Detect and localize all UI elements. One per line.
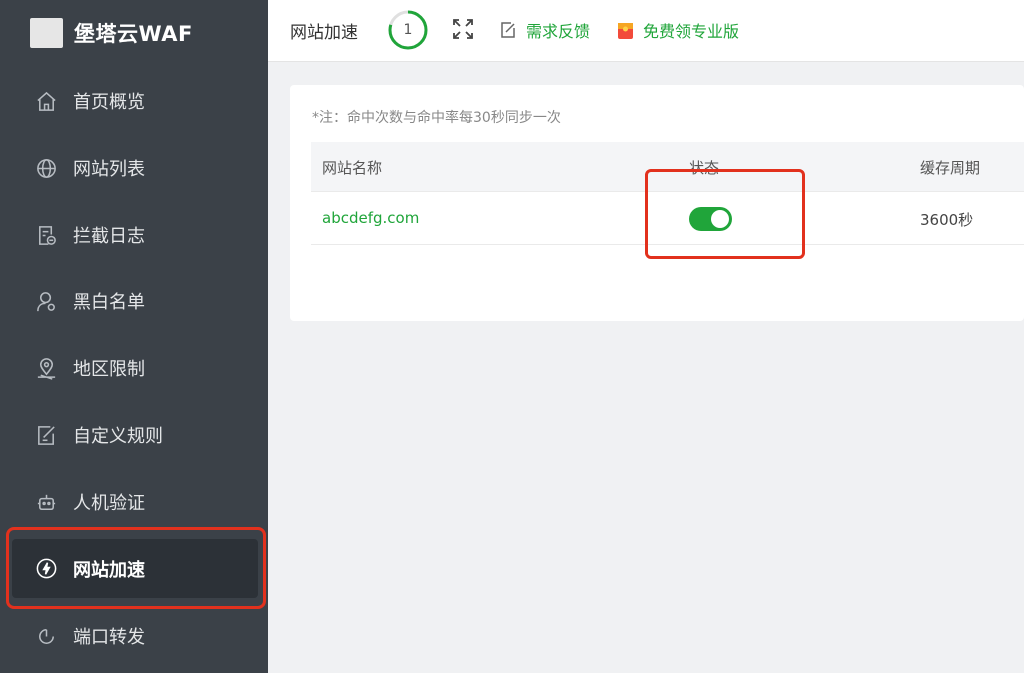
sidebar-item-label: 地区限制 — [73, 359, 145, 380]
sidebar-item-label: 人机验证 — [73, 493, 145, 514]
sidebar-item-label: 黑白名单 — [73, 292, 145, 313]
sidebar-item-port-forward[interactable]: 端口转发 — [0, 616, 268, 656]
sidebar-item-home[interactable]: 首页概览 — [0, 81, 268, 121]
annotation-highlight-box — [645, 169, 805, 259]
brand: 堡塔云WAF — [30, 17, 193, 49]
sidebar-item-label: 网站列表 — [73, 159, 145, 180]
free-pro-label: 免费领专业版 — [643, 22, 740, 41]
free-pro-link[interactable]: 免费领专业版 — [618, 18, 739, 42]
annotation-highlight-box — [6, 527, 266, 609]
sidebar-item-region[interactable]: 地区限制 — [0, 348, 268, 388]
column-cache-period: 缓存周期 — [920, 159, 981, 177]
sidebar-item-blackwhite[interactable]: 黑白名单 — [0, 281, 268, 321]
location-pin-icon — [34, 356, 58, 380]
cache-period-value: 3600秒 — [920, 211, 974, 229]
feedback-icon — [501, 22, 515, 38]
edit-rule-icon — [34, 423, 58, 447]
log-icon — [34, 223, 58, 247]
top-bar: 网站加速 1 需求反馈 免费领专业版 — [268, 0, 1024, 62]
feedback-link[interactable]: 需求反馈 — [499, 18, 590, 42]
logo — [30, 18, 63, 48]
sidebar: 堡塔云WAF 首页概览 网站列表 拦截日志 黑白名单 地区限制 自定义规则 人机… — [0, 0, 268, 673]
sidebar-item-sites[interactable]: 网站列表 — [0, 148, 268, 188]
sidebar-item-captcha[interactable]: 人机验证 — [0, 482, 268, 522]
column-site-name: 网站名称 — [322, 159, 383, 177]
gift-icon — [618, 23, 633, 39]
globe-icon — [34, 156, 58, 180]
sync-note: *注：命中次数与命中率每30秒同步一次 — [312, 110, 561, 126]
refresh-icon — [34, 624, 58, 648]
sidebar-item-label: 拦截日志 — [73, 226, 145, 247]
feedback-label: 需求反馈 — [526, 22, 591, 41]
sidebar-item-label: 自定义规则 — [73, 426, 163, 447]
sidebar-item-logs[interactable]: 拦截日志 — [0, 215, 268, 255]
sidebar-item-custom-rules[interactable]: 自定义规则 — [0, 415, 268, 455]
sidebar-item-label: 端口转发 — [73, 627, 145, 648]
sidebar-item-label: 首页概览 — [73, 92, 145, 113]
user-icon — [34, 289, 58, 313]
fullscreen-icon[interactable] — [452, 18, 474, 40]
brand-name: 堡塔云WAF — [74, 22, 193, 46]
home-icon — [34, 89, 58, 113]
page-title: 网站加速 — [290, 23, 358, 43]
site-link[interactable]: abcdefg.com — [322, 209, 419, 227]
progress-value: 1 — [403, 22, 413, 38]
robot-icon — [34, 490, 58, 514]
